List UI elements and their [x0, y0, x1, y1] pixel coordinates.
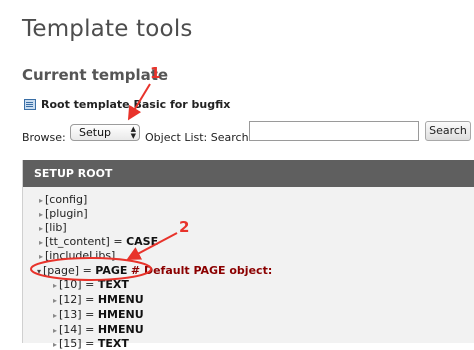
- tree-item-page-13[interactable]: ▸ [13] = HMENU: [53, 308, 144, 321]
- tree-item-tt-content[interactable]: ▸ [tt_content] = CASE: [39, 235, 158, 248]
- current-template-link[interactable]: Root template Basic for bugfix: [24, 98, 230, 111]
- section-title: Current template: [22, 66, 169, 84]
- template-name[interactable]: Root template Basic for bugfix: [41, 98, 230, 111]
- tree-item-page-12[interactable]: ▸ [12] = HMENU: [53, 293, 144, 306]
- tree-item-includelibs[interactable]: ▸ [includeLibs]: [39, 249, 115, 262]
- object-list-search-label: Object List: Search:: [145, 131, 252, 144]
- template-icon: [24, 99, 36, 110]
- collapsed-arrow-icon[interactable]: ▸: [39, 210, 43, 219]
- panel-header: SETUP ROOT: [23, 160, 474, 187]
- collapsed-arrow-icon[interactable]: ▸: [39, 238, 43, 247]
- setup-root-panel: SETUP ROOT ▸ [config] ▸ [plugin] ▸ [lib] ▸[…: [22, 160, 474, 350]
- tree-item-page[interactable]: ▾ [page] = PAGE # Default PAGE object:: [37, 264, 272, 277]
- annotation-number-2: 2: [179, 218, 190, 236]
- tree-item-lib[interactable]: ▸ [lib]: [39, 221, 67, 234]
- collapsed-arrow-icon[interactable]: ▸: [39, 196, 43, 205]
- object-list-label: Object List:: [145, 131, 208, 144]
- tree-item-config[interactable]: ▸ [config]: [39, 193, 87, 206]
- search-button[interactable]: Search: [425, 121, 471, 141]
- collapsed-arrow-icon[interactable]: ▸: [53, 326, 57, 335]
- page-title: Template tools: [22, 16, 193, 42]
- search-label: Search:: [210, 131, 253, 144]
- annotation-number-1: 1: [150, 64, 161, 82]
- select-arrows-icon: ▲ ▼: [130, 125, 136, 140]
- browse-label: Browse:: [22, 131, 66, 144]
- expanded-arrow-icon[interactable]: ▾: [37, 267, 41, 276]
- search-input[interactable]: [249, 121, 419, 141]
- tree-item-page-15[interactable]: ▸ [15] = TEXT: [53, 337, 129, 350]
- tree-item-plugin[interactable]: ▸ [plugin]: [39, 207, 88, 220]
- collapsed-arrow-icon[interactable]: ▸: [53, 311, 57, 320]
- collapsed-arrow-icon[interactable]: ▸: [53, 281, 57, 290]
- browse-select[interactable]: Setup ▲ ▼: [70, 124, 140, 141]
- browse-select-value: Setup: [79, 126, 112, 139]
- tree-item-page-10[interactable]: ▸ [10] = TEXT: [53, 278, 129, 291]
- collapsed-arrow-icon[interactable]: ▸: [53, 340, 57, 349]
- collapsed-arrow-icon[interactable]: ▸: [39, 224, 43, 233]
- collapsed-arrow-icon[interactable]: ▸: [39, 252, 43, 261]
- collapsed-arrow-icon[interactable]: ▸: [53, 296, 57, 305]
- tree-item-page-14[interactable]: ▸ [14] = HMENU: [53, 323, 144, 336]
